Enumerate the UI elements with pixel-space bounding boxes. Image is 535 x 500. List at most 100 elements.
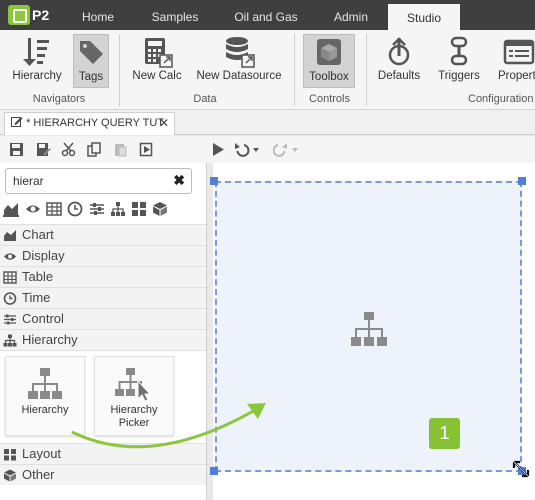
category-chart[interactable]: Chart (0, 224, 206, 245)
toolbox-button[interactable]: Toolbox (303, 34, 355, 88)
play-icon[interactable] (211, 142, 226, 157)
undo-icon[interactable] (234, 142, 260, 157)
toolbox-search-input[interactable] (13, 174, 163, 188)
category-hierarchy[interactable]: Hierarchy (0, 329, 206, 350)
properties-button[interactable]: Propert (494, 34, 535, 88)
tags-button[interactable]: Tags (73, 34, 109, 88)
nav-tab-samples[interactable]: Samples (140, 0, 210, 30)
nav-tab-oil-and-gas[interactable]: Oil and Gas (222, 0, 310, 30)
category-control[interactable]: Control (0, 308, 206, 329)
triggers-icon (442, 36, 476, 68)
sliders-icon[interactable] (89, 201, 105, 217)
copy-icon[interactable] (87, 142, 102, 157)
resize-cursor-icon (512, 460, 530, 478)
eye-icon (4, 253, 16, 260)
ribbon-divider (366, 34, 367, 106)
cube-icon (4, 469, 16, 482)
hierarchy-tile-icon (25, 367, 65, 401)
hierarchy-control-tile[interactable]: Hierarchy (5, 356, 85, 436)
toolbox-panel: ✖ Chart Display Table (0, 163, 207, 500)
ribbon: Hierarchy Tags Navigators New Calc New D… (0, 30, 535, 110)
redo-icon[interactable] (273, 142, 299, 157)
category-layout[interactable]: Layout (0, 443, 206, 464)
grid-icon (4, 449, 16, 461)
triggers-button-label: Triggers (438, 70, 480, 82)
category-label: Hierarchy (22, 332, 78, 347)
cube-icon[interactable] (152, 201, 168, 217)
p2-logo-text: P2 (32, 7, 50, 23)
p2-logo-mark (8, 5, 30, 25)
defaults-button-label: Defaults (377, 70, 421, 82)
grid-icon[interactable] (131, 201, 147, 217)
resize-handle-top-left[interactable] (210, 177, 218, 185)
app-root: P2 Home Samples Oil and Gas Admin Studio… (0, 0, 535, 500)
hierarchy-controls-tiles: Hierarchy Hierarchy Picker (0, 350, 206, 443)
nav-tab-admin[interactable]: Admin (320, 0, 382, 30)
clock-icon (3, 292, 17, 305)
hierarchy-picker-label-line2: Picker (118, 417, 150, 429)
tags-button-label: Tags (78, 71, 104, 83)
cut-icon[interactable] (61, 142, 76, 157)
hierarchy-picker-tile-icon (114, 367, 154, 402)
new-datasource-button-label: New Datasource (196, 70, 282, 82)
table-icon (3, 271, 17, 284)
category-time[interactable]: Time (0, 287, 206, 308)
edit-document-icon (11, 117, 23, 127)
hierarchy-widget[interactable]: 1 (215, 181, 522, 472)
ribbon-group-data: Data (193, 93, 217, 105)
resize-handle-bottom-left[interactable] (210, 467, 218, 475)
canvas-toolbar (207, 136, 535, 163)
hierarchy-sort-icon (20, 36, 54, 68)
new-calc-button-label: New Calc (132, 70, 182, 82)
toolbox-search: ✖ (5, 168, 192, 194)
table-icon[interactable] (46, 201, 62, 217)
category-filter-bar (3, 200, 203, 218)
category-label: Display (22, 248, 65, 263)
area-chart-icon (4, 230, 16, 241)
design-canvas[interactable]: 1 (207, 163, 535, 500)
p2-logo[interactable]: P2 (8, 3, 52, 27)
preview-icon[interactable] (139, 142, 154, 157)
category-table[interactable]: Table (0, 266, 206, 287)
eye-icon[interactable] (25, 201, 41, 217)
close-tab-icon[interactable]: ✕ (159, 113, 169, 134)
defaults-button[interactable]: Defaults (374, 34, 424, 88)
toolbox-button-label: Toolbox (309, 71, 349, 83)
category-list: Chart Display Table Time Control Hierarc… (0, 224, 206, 485)
hierarchy-button[interactable]: Hierarchy (8, 34, 66, 88)
resize-handle-top-right[interactable] (518, 177, 526, 185)
triggers-button[interactable]: Triggers (434, 34, 484, 88)
nav-tab-home[interactable]: Home (67, 0, 129, 30)
clear-search-icon[interactable]: ✖ (173, 172, 185, 189)
save-icon[interactable] (9, 142, 24, 157)
calculator-icon (140, 36, 174, 68)
tag-icon (76, 37, 106, 69)
paste-icon[interactable] (113, 142, 128, 157)
document-tab-label: * HIERARCHY QUERY TUT (26, 117, 165, 129)
category-label: Control (22, 311, 64, 326)
defaults-icon (382, 36, 416, 68)
ribbon-divider (294, 34, 295, 106)
category-label: Layout (22, 446, 62, 461)
hierarchy-widget-icon (351, 312, 387, 346)
area-chart-icon[interactable] (3, 201, 19, 217)
new-datasource-button[interactable]: New Datasource (196, 34, 282, 88)
top-nav: P2 Home Samples Oil and Gas Admin Studio (0, 0, 535, 34)
document-tab[interactable]: * HIERARCHY QUERY TUT ✕ (4, 112, 175, 135)
file-toolbar (0, 136, 207, 163)
properties-button-label: Propert (498, 70, 535, 82)
clock-icon[interactable] (67, 201, 83, 217)
category-other[interactable]: Other (0, 464, 206, 485)
hierarchy-picker-control-tile[interactable]: Hierarchy Picker (94, 356, 174, 436)
hierarchy-icon (3, 334, 17, 347)
sliders-icon (4, 314, 16, 325)
category-display[interactable]: Display (0, 245, 206, 266)
hierarchy-tile-label: Hierarchy (21, 404, 69, 416)
step-number-badge: 1 (429, 418, 460, 449)
hierarchy-icon[interactable] (110, 201, 126, 217)
hierarchy-button-label: Hierarchy (12, 70, 62, 82)
category-label: Time (22, 290, 51, 305)
new-calc-button[interactable]: New Calc (128, 34, 186, 88)
save-as-icon[interactable] (36, 142, 51, 157)
document-tab-strip: * HIERARCHY QUERY TUT ✕ (0, 110, 535, 135)
